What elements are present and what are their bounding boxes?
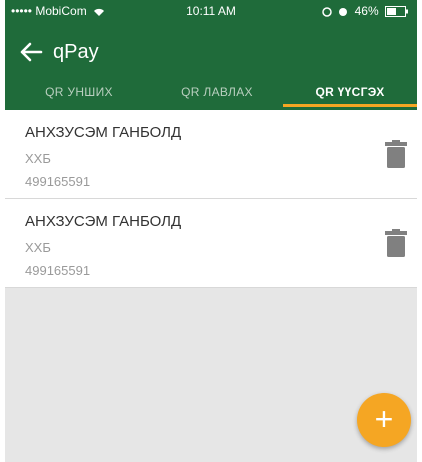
trash-icon — [385, 140, 407, 168]
location-icon — [322, 7, 332, 17]
app-header: ••••• MobiCom 10:11 AM 46% qPay QR УНШИХ… — [5, 0, 417, 110]
tab-read-qr[interactable]: QR УНШИХ — [19, 78, 139, 110]
status-bar: ••••• MobiCom 10:11 AM 46% — [5, 0, 417, 22]
alarm-icon — [339, 7, 348, 16]
account-name: АНХЗУСЭМ ГАНБОЛД — [25, 124, 182, 141]
battery-percent: 46% — [354, 4, 379, 18]
back-button[interactable] — [15, 36, 47, 68]
toolbar: qPay — [5, 30, 417, 74]
tab-lookup-qr[interactable]: QR ЛАВЛАХ — [157, 78, 277, 110]
active-tab-indicator — [283, 104, 417, 107]
account-number: 499165591 — [25, 263, 91, 278]
battery-icon — [385, 6, 408, 18]
page-title: qPay — [53, 41, 99, 63]
account-name: АНХЗУСЭМ ГАНБОЛД — [25, 213, 182, 230]
account-card[interactable]: АНХЗУСЭМ ГАНБОЛД ХХБ 499165591 — [5, 110, 417, 199]
trash-icon — [385, 229, 407, 257]
status-indicators: 46% — [322, 0, 409, 22]
add-button[interactable]: + — [357, 393, 411, 447]
bank-name: ХХБ — [25, 151, 51, 166]
account-number: 499165591 — [25, 174, 91, 189]
app-screen: ••••• MobiCom 10:11 AM 46% qPay QR УНШИХ… — [5, 0, 417, 462]
delete-button[interactable] — [385, 140, 407, 168]
arrow-left-icon — [20, 42, 43, 62]
bank-name: ХХБ — [25, 240, 51, 255]
account-card[interactable]: АНХЗУСЭМ ГАНБОЛД ХХБ 499165591 — [5, 199, 417, 288]
delete-button[interactable] — [385, 229, 407, 257]
